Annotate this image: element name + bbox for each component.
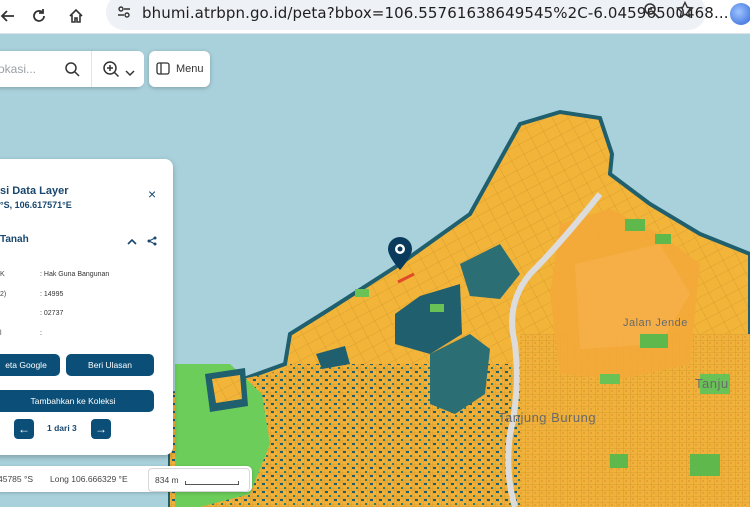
back-icon[interactable] — [0, 2, 22, 30]
coordinate-bar: 45785 °S Long 106.666329 °E 834 m — [0, 466, 252, 492]
search-input[interactable]: okasi... — [0, 62, 36, 76]
attr-key: l — [0, 330, 2, 337]
zoom-in-icon[interactable] — [102, 60, 122, 83]
section-actions — [127, 233, 157, 251]
attr-value: : 14995 — [40, 291, 64, 298]
chevron-up-icon[interactable] — [127, 233, 137, 251]
bookmark-star-icon[interactable] — [675, 0, 695, 24]
location-pin-icon[interactable] — [387, 237, 413, 276]
map-label-tanjung: Tanju — [695, 376, 729, 391]
browser-toolbar: bhumi.atrbpn.go.id/peta?bbox=106.5576163… — [0, 0, 750, 34]
menu-button[interactable]: Menu — [149, 51, 210, 87]
scale-label: 834 m — [155, 475, 179, 485]
chevron-down-icon[interactable] — [125, 64, 135, 82]
scale-line — [185, 481, 239, 485]
search-icon[interactable] — [64, 61, 80, 82]
attr-value: : 02737 — [40, 310, 64, 317]
card-coordinate: °S, 106.617571°E — [0, 200, 72, 210]
next-page-button[interactable]: → — [91, 419, 111, 439]
scale-bar: 834 m — [148, 468, 250, 492]
attr-value: : — [40, 330, 42, 337]
home-icon[interactable] — [62, 2, 90, 30]
address-bar[interactable]: bhumi.atrbpn.go.id/peta?bbox=106.5576163… — [106, 0, 728, 30]
reload-icon[interactable] — [25, 2, 53, 30]
map-label-jalan: Jalan Jende — [623, 317, 688, 329]
pager-text: 1 dari 3 — [47, 423, 77, 433]
site-settings-icon[interactable] — [116, 4, 132, 25]
attr-value: : Hak Guna Bangunan — [40, 271, 110, 278]
attr-key: 2) — [0, 291, 7, 298]
close-icon[interactable]: × — [148, 186, 156, 202]
url-text: bhumi.atrbpn.go.id/peta?bbox=106.5576163… — [142, 4, 729, 22]
prev-page-button[interactable]: ← — [14, 419, 34, 439]
google-maps-button[interactable]: eta Google — [0, 354, 60, 376]
layer-info-card: si Data Layer °S, 106.617571°E × Tanah K… — [0, 159, 173, 455]
add-collection-button[interactable]: Tambahkan ke Koleksi — [0, 390, 154, 412]
extension-icon[interactable] — [730, 3, 750, 25]
map-label-tanjung-burung: Tanjung Burung — [498, 410, 597, 425]
section-title: Tanah — [0, 234, 29, 245]
longitude-readout: Long 106.666329 °E — [50, 474, 128, 484]
menu-label: Menu — [176, 63, 204, 75]
share-icon[interactable] — [147, 233, 157, 251]
attr-key: K — [0, 271, 5, 278]
card-title: si Data Layer — [0, 185, 69, 197]
latitude-readout: 45785 °S — [0, 474, 34, 484]
sidebar-icon — [156, 62, 170, 80]
zoom-control[interactable] — [91, 51, 144, 87]
zoom-icon[interactable] — [643, 2, 661, 25]
review-button[interactable]: Beri Ulasan — [66, 354, 154, 376]
